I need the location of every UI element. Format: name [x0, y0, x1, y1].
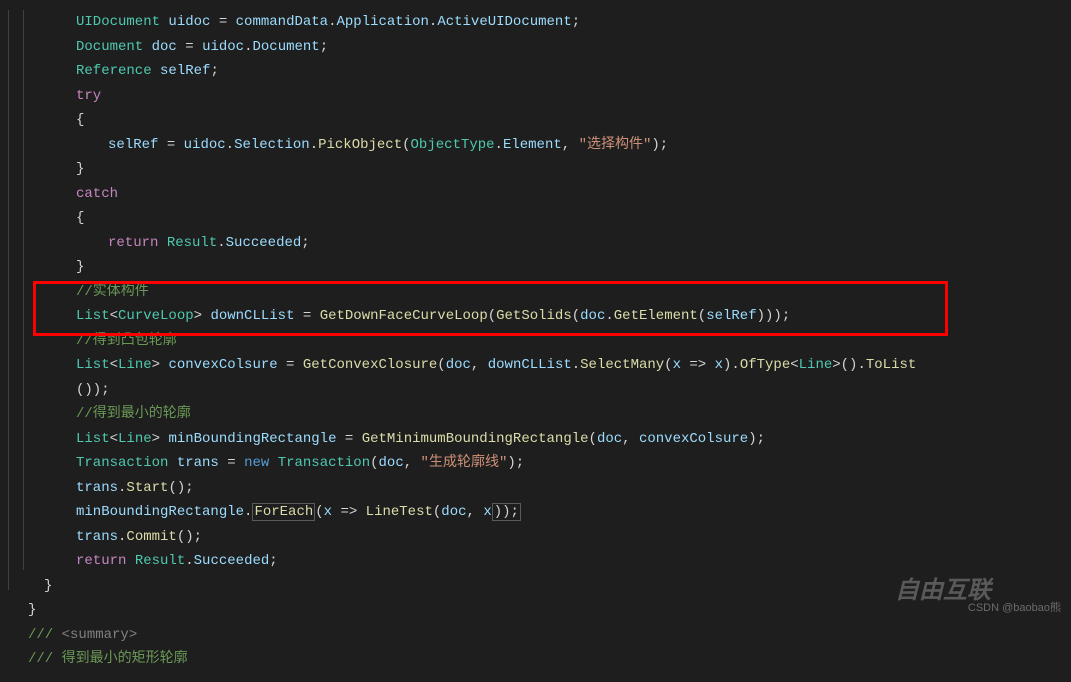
code-line[interactable]: { [20, 108, 1071, 133]
code-line[interactable]: return Result.Succeeded; [20, 231, 1071, 256]
code-line[interactable]: { [20, 206, 1071, 231]
code-line[interactable]: } [20, 157, 1071, 182]
code-line[interactable]: Document doc = uidoc.Document; [20, 35, 1071, 60]
code-line[interactable]: List<Line> minBoundingRectangle = GetMin… [20, 427, 1071, 452]
code-line[interactable]: catch [20, 182, 1071, 207]
code-line[interactable]: List<CurveLoop> downCLList = GetDownFace… [20, 304, 1071, 329]
code-line[interactable]: trans.Commit(); [20, 525, 1071, 550]
code-line[interactable]: minBoundingRectangle.ForEach(x => LineTe… [20, 500, 1071, 525]
code-line[interactable]: trans.Start(); [20, 476, 1071, 501]
fold-guide-2 [23, 10, 24, 570]
code-line[interactable]: List<Line> convexColsure = GetConvexClos… [20, 353, 1071, 378]
code-line[interactable]: //得到最小的轮廓 [20, 402, 1071, 427]
code-line[interactable]: ()); [20, 378, 1071, 403]
code-line[interactable]: Reference selRef; [20, 59, 1071, 84]
fold-guide [8, 10, 9, 590]
code-line[interactable]: UIDocument uidoc = commandData.Applicati… [20, 10, 1071, 35]
code-line[interactable]: } [20, 255, 1071, 280]
code-line[interactable]: //实体构件 [20, 280, 1071, 305]
code-line[interactable]: /// 得到最小的矩形轮廓 [20, 647, 1071, 672]
code-line[interactable]: Transaction trans = new Transaction(doc,… [20, 451, 1071, 476]
code-line[interactable]: /// <summary> [20, 623, 1071, 648]
watermark-credit: CSDN @baobao熊 [968, 599, 1061, 615]
code-line[interactable]: selRef = uidoc.Selection.PickObject(Obje… [20, 133, 1071, 158]
code-line[interactable]: try [20, 84, 1071, 109]
code-line[interactable]: //得到凸包轮廓 [20, 329, 1071, 354]
